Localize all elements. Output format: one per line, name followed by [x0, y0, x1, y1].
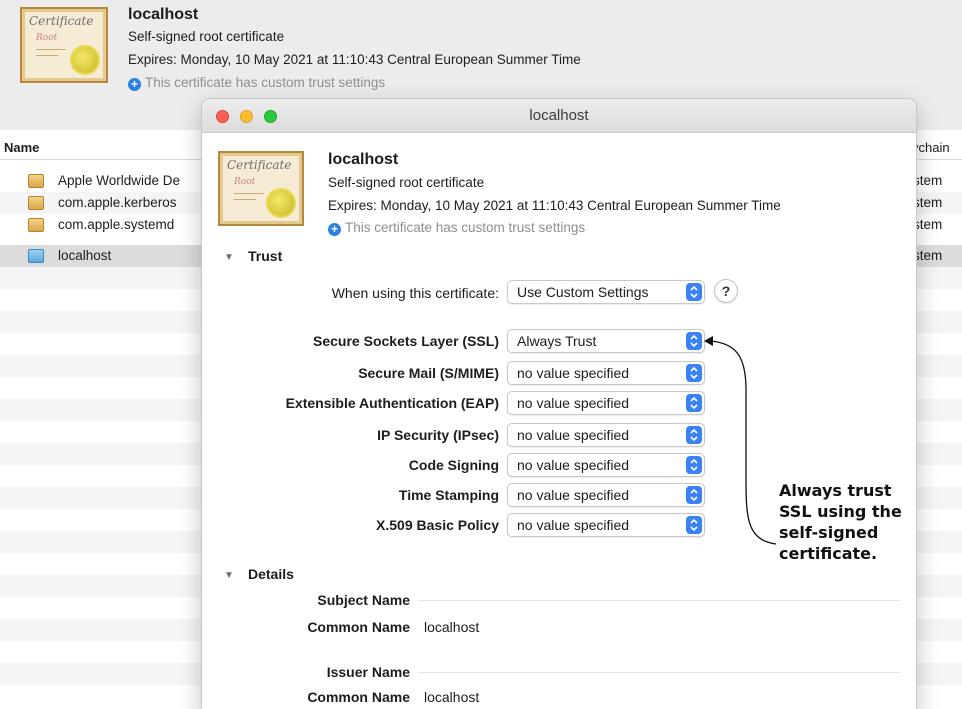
annotation-line: Always trust: [779, 481, 892, 500]
annotation-callout: Always trust SSL using the self-signed c…: [779, 480, 919, 564]
annotation-line: certificate.: [779, 544, 878, 563]
annotation-line: self-signed: [779, 523, 879, 542]
annotation-line: SSL using the: [779, 502, 902, 521]
annotation-arrow: [704, 336, 777, 545]
